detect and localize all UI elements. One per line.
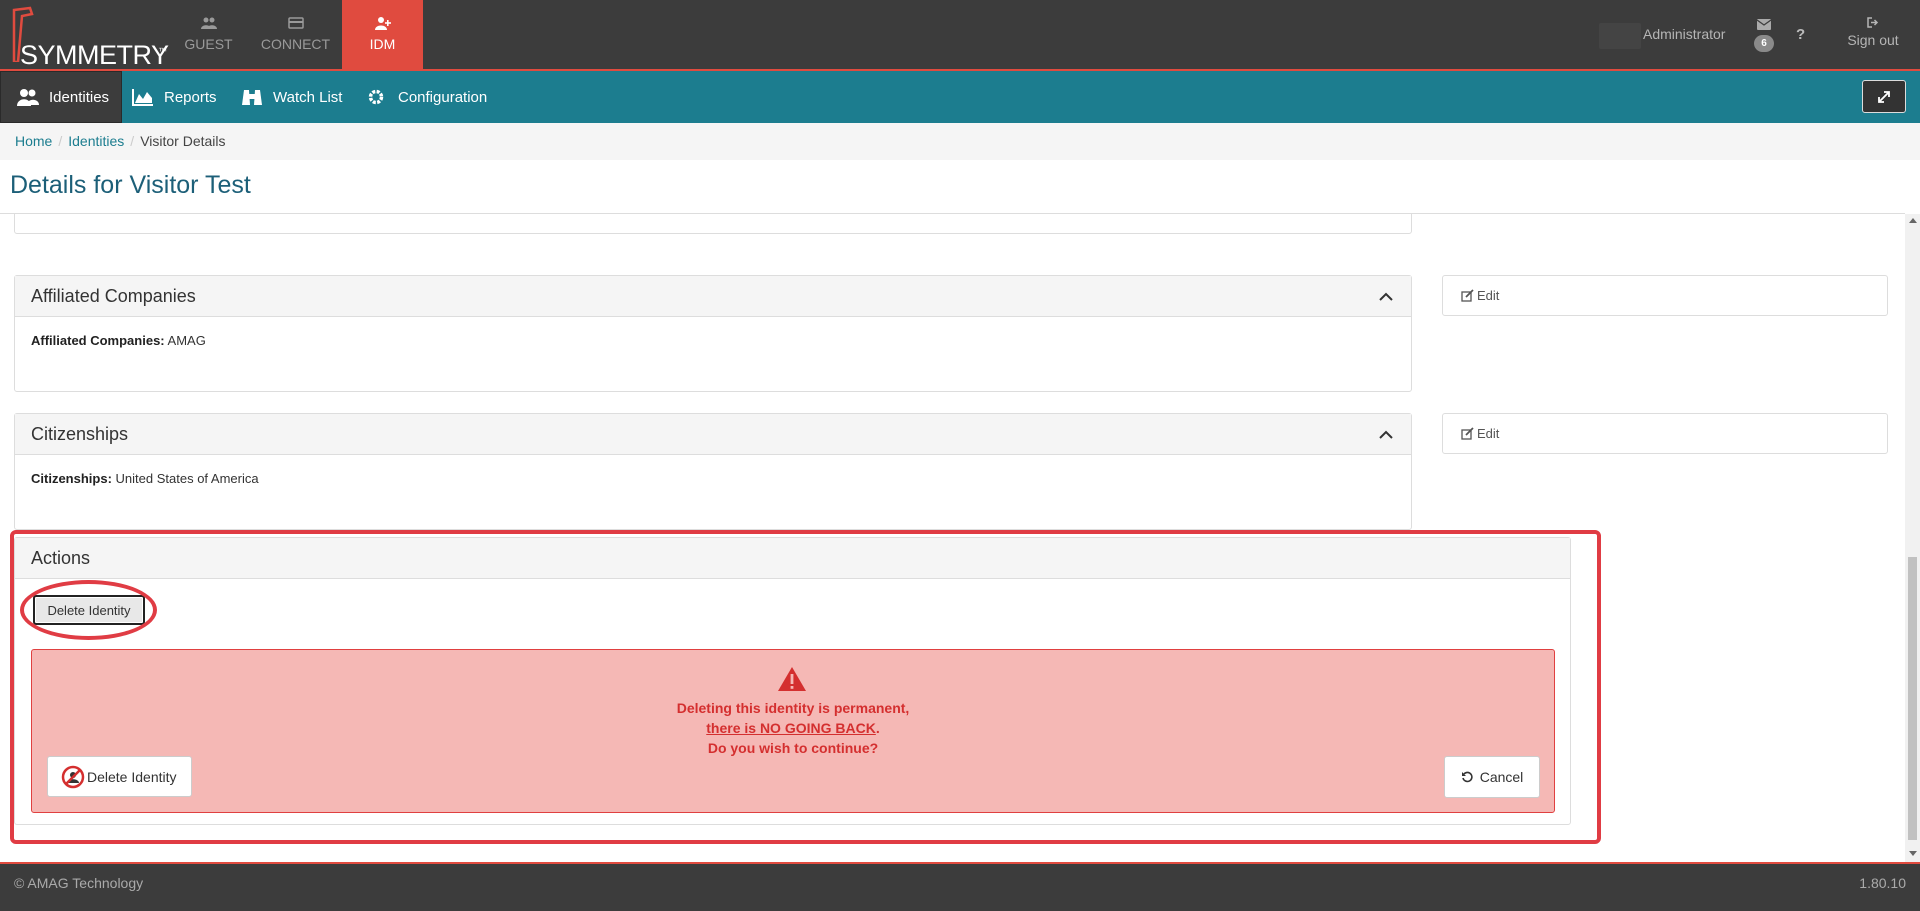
citizenships-value: United States of America [115,471,259,486]
breadcrumb-separator: / [58,133,63,149]
citizenships-edit-button[interactable]: Edit [1442,413,1888,454]
scroll-down-arrow[interactable] [1909,851,1917,856]
symmetry-logo[interactable]: SYMMETRY ™ [6,6,169,70]
citizenships-title: Citizenships [31,424,129,444]
top-nav-guest[interactable]: GUEST [168,0,249,69]
previous-panel [14,214,1412,234]
scroll-up-arrow[interactable] [1909,218,1917,223]
breadcrumb-identities[interactable]: Identities [68,133,124,149]
edit-icon [1461,427,1474,440]
users-icon [168,16,249,34]
envelope-icon [1756,19,1772,30]
avatar[interactable] [1599,23,1641,49]
fullscreen-button[interactable] [1862,80,1906,113]
sign-out-button[interactable]: Sign out [1838,17,1908,48]
affiliated-companies-label: Affiliated Companies: [31,333,165,348]
top-nav-connect[interactable]: CONNECT [255,0,336,69]
citizenships-header[interactable]: Citizenships [15,414,1411,455]
affiliated-companies-edit-label: Edit [1477,288,1500,303]
area-chart-icon [132,89,153,106]
sign-out-icon [1867,17,1879,28]
messages-count-badge: 6 [1754,35,1774,52]
tab-reports-label: Reports [164,88,217,106]
vertical-scrollbar[interactable] [1905,214,1920,862]
breadcrumb: Home / Identities / Visitor Details [0,123,1920,160]
citizenships-label: Citizenships: [31,471,112,486]
tab-watch-list-label: Watch List [273,88,343,106]
scrollbar-thumb[interactable] [1908,557,1917,840]
breadcrumb-separator: / [130,133,135,149]
affiliated-companies-value: AMAG [167,333,206,348]
footer-version: 1.80.10 [1859,875,1906,891]
chevron-up-icon[interactable] [1379,292,1393,301]
tab-configuration-label: Configuration [398,88,488,106]
help-icon[interactable]: ? [1796,26,1805,43]
top-nav-connect-label: CONNECT [260,36,331,52]
breadcrumb-current: Visitor Details [140,133,226,149]
users-icon [17,89,39,106]
chevron-up-icon[interactable] [1379,430,1393,439]
breadcrumb-home[interactable]: Home [15,133,52,149]
binoculars-icon [242,90,262,105]
top-nav-idm[interactable]: IDM [342,0,423,69]
logo-wordmark: SYMMETRY [20,40,169,70]
footer-copyright: © AMAG Technology [14,875,144,891]
expand-icon [1878,90,1890,103]
card-icon [255,16,336,34]
user-name[interactable]: Administrator [1643,26,1725,42]
top-nav-idm-label: IDM [369,36,396,52]
tab-reports[interactable]: Reports [132,71,217,123]
affiliated-companies-title: Affiliated Companies [31,286,196,306]
affiliated-companies-panel: Affiliated Companies Affiliated Companie… [14,275,1412,392]
messages-button[interactable]: 6 [1752,17,1776,52]
footer: © AMAG Technology 1.80.10 [0,862,1920,911]
affiliated-companies-body: Affiliated Companies: AMAG [15,317,1411,364]
citizenships-body: Citizenships: United States of America [15,455,1411,502]
top-bar: SYMMETRY ™ GUEST CONNECT IDM Administrat… [0,0,1920,71]
sub-nav: Identities Reports Watch List Configurat… [0,71,1920,123]
top-nav: GUEST CONNECT IDM [168,0,429,69]
tab-watch-list[interactable]: Watch List [241,71,342,123]
gear-icon [368,89,384,105]
logo-trademark: ™ [158,46,167,56]
affiliated-companies-header[interactable]: Affiliated Companies [15,276,1411,317]
citizenships-edit-label: Edit [1477,426,1500,441]
affiliated-companies-edit-button[interactable]: Edit [1442,275,1888,316]
sign-out-label: Sign out [1847,32,1899,48]
citizenships-panel: Citizenships Citizenships: United States… [14,413,1412,530]
tab-identities-label: Identities [49,88,110,106]
user-plus-icon [342,16,423,34]
edit-icon [1461,289,1474,302]
tab-identities[interactable]: Identities [0,71,123,123]
annotation-highlight-box [10,530,1601,844]
page-title: Details for Visitor Test [10,171,251,199]
tab-configuration[interactable]: Configuration [366,71,487,123]
main-content: Affiliated Companies Affiliated Companie… [0,214,1905,862]
top-nav-guest-label: GUEST [184,36,233,52]
